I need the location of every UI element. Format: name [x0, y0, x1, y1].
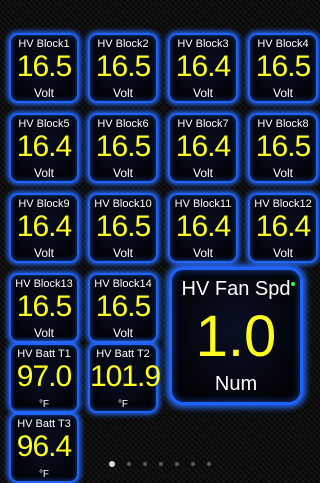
- page-dot-7[interactable]: [207, 462, 211, 466]
- page-dot-4[interactable]: [159, 462, 163, 466]
- gauge-value: 16.5: [255, 50, 311, 83]
- gauge-unit: Num: [214, 373, 258, 395]
- gauge-value: 97.0: [16, 360, 72, 393]
- gauge-hv-block11[interactable]: HV Block11 16.4 Volt: [168, 193, 238, 263]
- gauge-unit: °F: [38, 399, 50, 410]
- gauge-unit: Volt: [33, 86, 54, 100]
- gauge-hv-block3[interactable]: HV Block3 16.4 Volt: [168, 33, 238, 103]
- gauge-value: 96.4: [16, 430, 72, 463]
- gauge-unit: Volt: [33, 166, 54, 180]
- gauge-hv-batt-t3[interactable]: HV Batt T3 96.4 °F: [9, 413, 79, 483]
- gauge-hv-block2[interactable]: HV Block2 16.5 Volt: [88, 33, 158, 103]
- gauge-value: 16.5: [95, 50, 151, 83]
- page-dot-3[interactable]: [143, 462, 147, 466]
- gauge-unit: Volt: [272, 86, 293, 100]
- gauge-hv-block7[interactable]: HV Block7 16.4 Volt: [168, 113, 238, 183]
- gauge-value: 16.4: [16, 130, 72, 163]
- gauge-unit: Volt: [112, 86, 133, 100]
- gauge-hv-block6[interactable]: HV Block6 16.5 Volt: [88, 113, 158, 183]
- gauge-unit: °F: [117, 399, 129, 410]
- gauge-hv-block14[interactable]: HV Block14 16.5 Volt: [88, 273, 158, 343]
- gauge-value: 16.5: [95, 210, 151, 243]
- gauge-hv-block13[interactable]: HV Block13 16.5 Volt: [9, 273, 79, 343]
- page-indicator: [0, 461, 320, 469]
- gauge-value: 16.5: [95, 290, 151, 323]
- gauge-hv-block4[interactable]: HV Block4 16.5 Volt: [248, 33, 318, 103]
- gauge-unit: Volt: [33, 246, 54, 260]
- page-dot-6[interactable]: [191, 462, 195, 466]
- gauge-value: 1.0: [195, 304, 277, 369]
- gauge-hv-block8[interactable]: HV Block8 16.5 Volt: [248, 113, 318, 183]
- gauge-hv-block9[interactable]: HV Block9 16.4 Volt: [9, 193, 79, 263]
- gauge-hv-block12[interactable]: HV Block12 16.4 Volt: [248, 193, 318, 263]
- gauge-unit: Volt: [33, 326, 54, 340]
- gauge-unit: Volt: [192, 166, 213, 180]
- gauge-value: 16.4: [16, 210, 72, 243]
- gauge-unit: Volt: [112, 166, 133, 180]
- gauge-unit: Volt: [112, 246, 133, 260]
- gauge-unit: Volt: [192, 246, 213, 260]
- gauge-value: 16.4: [255, 210, 311, 243]
- gauge-hv-batt-t1[interactable]: HV Batt T1 97.0 °F: [9, 343, 79, 413]
- gauge-hv-batt-t2[interactable]: HV Batt T2 101.9 °F: [88, 343, 161, 413]
- gauge-value: 16.5: [16, 290, 72, 323]
- gauge-value: 16.5: [95, 130, 151, 163]
- gauge-hv-block1[interactable]: HV Block1 16.5 Volt: [9, 33, 79, 103]
- page-dot-5[interactable]: [175, 462, 179, 466]
- gauge-value: 16.4: [175, 210, 231, 243]
- page-dot-1[interactable]: [109, 461, 115, 467]
- gauge-unit: Volt: [272, 166, 293, 180]
- gauge-unit: Volt: [192, 86, 213, 100]
- gauge-hv-block10[interactable]: HV Block10 16.5 Volt: [88, 193, 158, 263]
- gauge-unit: Volt: [112, 326, 133, 340]
- gauge-hv-block5[interactable]: HV Block5 16.4 Volt: [9, 113, 79, 183]
- gauge-value: 16.4: [175, 50, 231, 83]
- gauge-value: 16.4: [175, 130, 231, 163]
- gauge-value: 101.9: [90, 360, 161, 393]
- gauge-value: 16.5: [16, 50, 72, 83]
- page-dot-2[interactable]: [127, 462, 131, 466]
- gauge-hv-fan-spd[interactable]: HV Fan Spd 1.0 Num: [169, 267, 303, 405]
- gauge-unit: Volt: [272, 246, 293, 260]
- gauge-label: HV Fan Spd: [181, 278, 291, 300]
- gauge-value: 16.5: [255, 130, 311, 163]
